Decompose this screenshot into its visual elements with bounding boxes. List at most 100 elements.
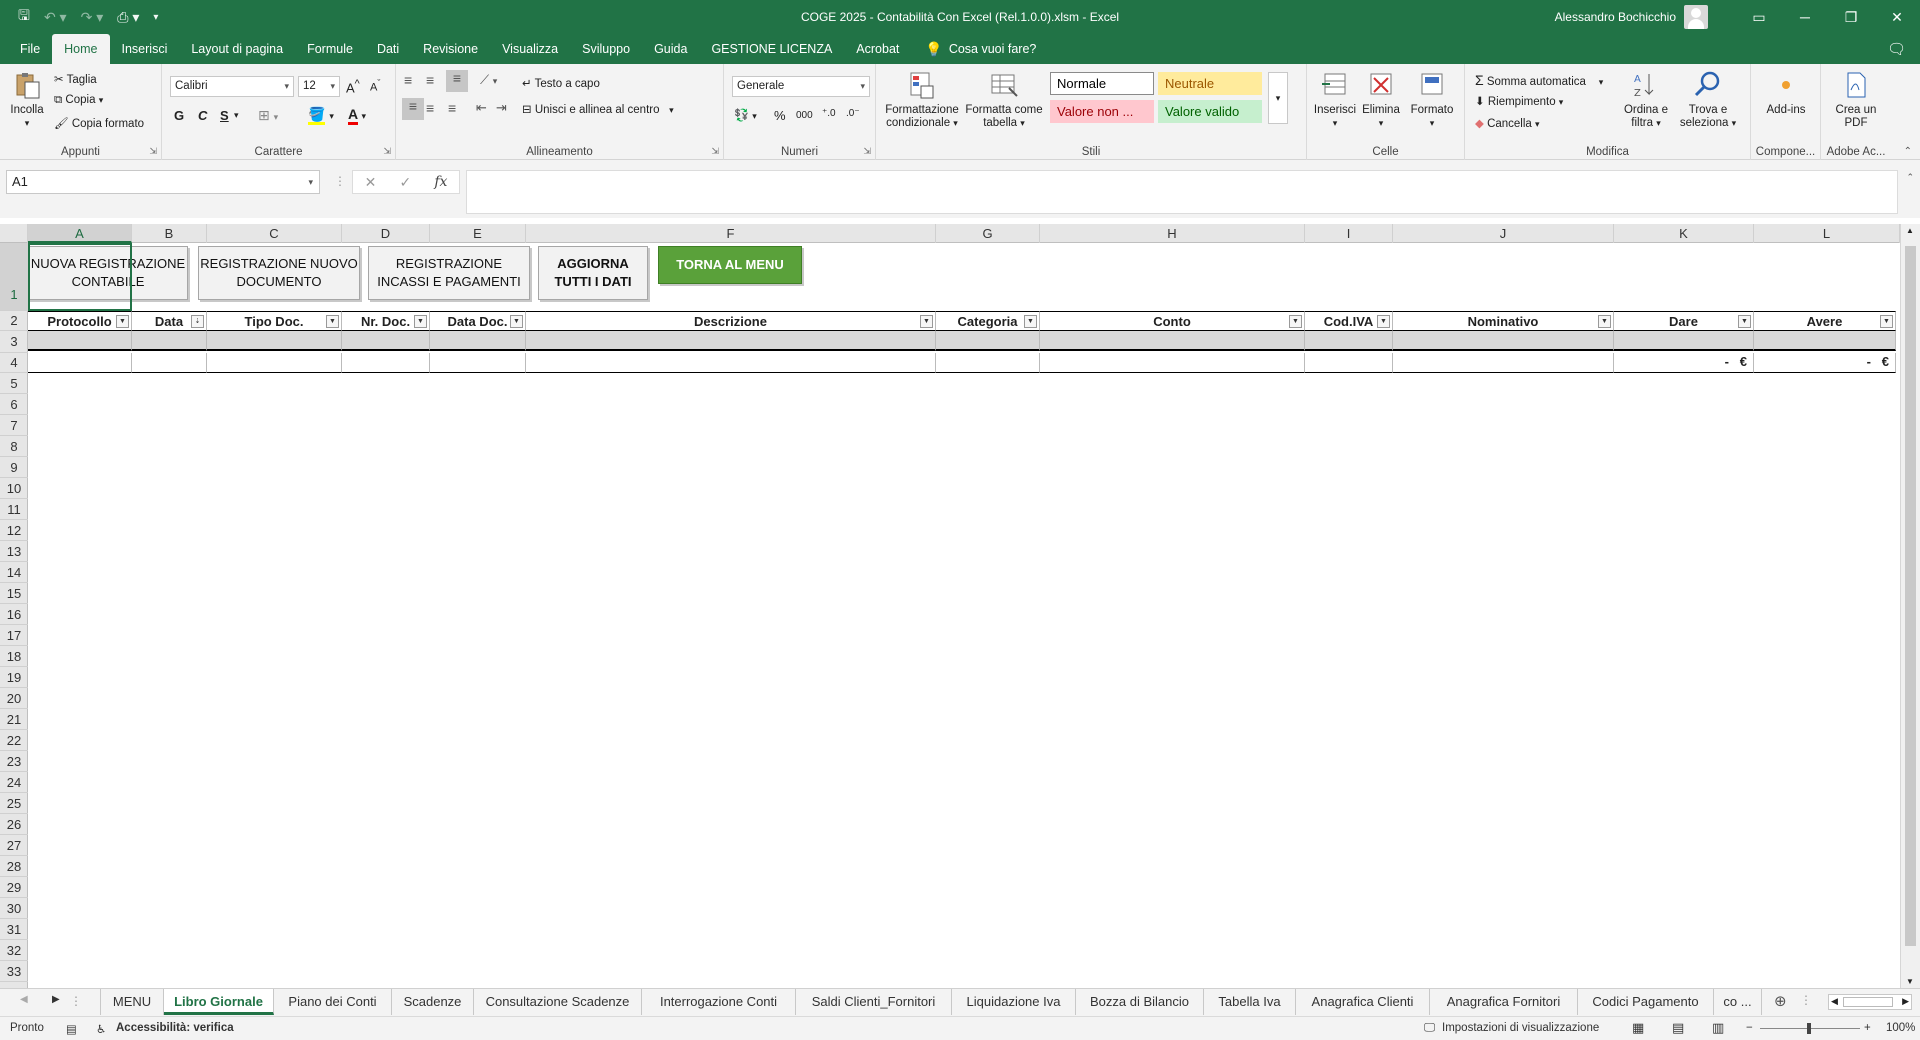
row-header[interactable]: 22 <box>0 730 28 751</box>
insert-function-icon[interactable]: fx <box>434 174 447 190</box>
percent-button[interactable]: % <box>774 108 786 123</box>
insert-cells-button[interactable]: Inserisci ▾ <box>1313 70 1357 130</box>
format-painter-button[interactable]: 🖌 Copia formato <box>54 116 144 130</box>
row-header[interactable]: 20 <box>0 688 28 709</box>
font-name-select[interactable]: Calibri <box>170 76 294 97</box>
fill-color-icon[interactable]: 🪣 ▾ <box>308 106 334 125</box>
column-header-k[interactable]: K <box>1614 224 1754 243</box>
table-cell[interactable] <box>1393 331 1614 351</box>
macro-record-icon[interactable]: ▤ <box>66 1022 77 1036</box>
align-left-icon[interactable]: ≡ <box>402 98 424 120</box>
sheet-tab-liquidazione-iva[interactable]: Liquidazione Iva <box>952 989 1076 1015</box>
undo-icon[interactable]: ↶ ▾ <box>44 9 67 26</box>
filter-dropdown-icon[interactable]: ▼ <box>1598 315 1611 328</box>
formula-input[interactable] <box>466 170 1898 214</box>
table-cell[interactable] <box>936 353 1040 373</box>
row-header[interactable]: 16 <box>0 604 28 625</box>
save-icon[interactable]: 🖫 <box>18 5 30 29</box>
row-header[interactable]: 15 <box>0 583 28 604</box>
worksheet-grid[interactable]: A B C D E F G H I J K L 1 2 3 4 5 6 7 8 … <box>0 224 1920 988</box>
filter-dropdown-icon[interactable]: ▼ <box>1880 315 1893 328</box>
table-cell[interactable] <box>132 353 207 373</box>
table-cell[interactable] <box>28 331 132 351</box>
font-color-icon[interactable]: A ▾ <box>348 106 366 125</box>
table-header-avere[interactable]: Avere ▼ <box>1754 311 1896 331</box>
vertical-scrollbar[interactable]: ▲ ▼ <box>1900 224 1920 988</box>
tab-sviluppo[interactable]: Sviluppo <box>570 34 642 64</box>
fill-button[interactable]: ⬇ Riempimento ▾ <box>1475 94 1563 108</box>
filter-dropdown-icon[interactable]: ▼ <box>1289 315 1302 328</box>
table-cell[interactable] <box>342 353 430 373</box>
dare-total-cell[interactable]: - € <box>1614 353 1754 373</box>
column-header-d[interactable]: D <box>342 224 430 243</box>
currency-icon[interactable]: 💱 ▾ <box>734 108 757 122</box>
tab-revisione[interactable]: Revisione <box>411 34 490 64</box>
number-format-select[interactable]: Generale <box>732 76 870 97</box>
sheet-tab-more[interactable]: co ... <box>1714 989 1762 1015</box>
font-size-select[interactable]: 12 <box>298 76 340 97</box>
view-settings-button[interactable]: Impostazioni di visualizzazione <box>1442 1022 1599 1034</box>
scroll-left-icon[interactable]: ◀ <box>1831 996 1838 1007</box>
style-neutrale[interactable]: Neutrale <box>1158 72 1262 95</box>
autosum-button[interactable]: Σ Somma automatica ▾ <box>1475 72 1603 88</box>
shrink-font-icon[interactable]: Aˇ <box>370 78 380 94</box>
page-layout-view-icon[interactable]: ▤ <box>1672 1020 1684 1036</box>
column-header-h[interactable]: H <box>1040 224 1305 243</box>
page-break-view-icon[interactable]: ▥ <box>1712 1020 1724 1036</box>
table-header-categoria[interactable]: Categoria ▼ <box>936 311 1040 331</box>
zoom-level[interactable]: 100% <box>1886 1022 1915 1034</box>
user-name[interactable]: Alessandro Bochicchio <box>1555 10 1676 24</box>
sheet-tab-tabella-iva[interactable]: Tabella Iva <box>1204 989 1296 1015</box>
addins-button[interactable]: Add-ins <box>1759 70 1813 117</box>
row-header[interactable]: 32 <box>0 940 28 961</box>
table-cell[interactable] <box>1305 331 1393 351</box>
filter-dropdown-icon[interactable]: ▼ <box>510 315 523 328</box>
tab-guida[interactable]: Guida <box>642 34 699 64</box>
row-header[interactable]: 9 <box>0 457 28 478</box>
find-select-button[interactable]: Trova e seleziona ▾ <box>1677 70 1739 130</box>
italic-button[interactable]: C <box>198 108 207 123</box>
style-normale[interactable]: Normale <box>1050 72 1154 95</box>
sheet-tab-libro-giornale[interactable]: Libro Giornale <box>164 989 274 1015</box>
table-cell[interactable] <box>526 353 936 373</box>
sheet-tab-scadenze[interactable]: Scadenze <box>392 989 474 1015</box>
registrazione-documento-button[interactable]: REGISTRAZIONE NUOVO DOCUMENTO <box>198 246 360 300</box>
grow-font-icon[interactable]: A^ <box>346 78 360 95</box>
column-header-e[interactable]: E <box>430 224 526 243</box>
tab-file[interactable]: File <box>8 34 52 64</box>
sheet-tab-interrogazione-conti[interactable]: Interrogazione Conti <box>642 989 796 1015</box>
sort-filter-button[interactable]: AZ Ordina e filtra ▾ <box>1619 70 1673 130</box>
align-top-icon[interactable]: ≡ <box>404 72 412 88</box>
decrease-indent-icon[interactable]: ⇤ <box>476 100 487 116</box>
row-header[interactable]: 27 <box>0 835 28 856</box>
close-icon[interactable]: ✕ <box>1874 9 1920 26</box>
thousands-button[interactable]: 000 <box>796 110 813 121</box>
row-header[interactable]: 30 <box>0 898 28 919</box>
column-header-j[interactable]: J <box>1393 224 1614 243</box>
collapse-ribbon-icon[interactable]: ⌃ <box>1904 146 1912 157</box>
table-cell[interactable] <box>28 353 132 373</box>
sort-ascending-icon[interactable]: ⇣ <box>191 315 204 328</box>
table-header-cod-iva[interactable]: Cod.IVA ▼ <box>1305 311 1393 331</box>
restore-icon[interactable]: ❐ <box>1828 9 1874 26</box>
table-header-protocollo[interactable]: Protocollo ▼ <box>28 311 132 331</box>
underline-button[interactable]: S <box>220 108 229 123</box>
prev-sheet-icon[interactable]: ◀ <box>20 994 28 1005</box>
filter-dropdown-icon[interactable]: ▼ <box>116 315 129 328</box>
tab-inserisci[interactable]: Inserisci <box>110 34 180 64</box>
print-preview-icon[interactable]: ⎙ ▾ <box>117 9 139 26</box>
table-header-descrizione[interactable]: Descrizione ▼ <box>526 311 936 331</box>
align-right-icon[interactable]: ≡ <box>448 100 456 116</box>
column-header-a[interactable]: A <box>28 224 132 243</box>
zoom-in-icon[interactable]: + <box>1864 1022 1871 1034</box>
row-header[interactable]: 29 <box>0 877 28 898</box>
format-cells-button[interactable]: Formato ▾ <box>1407 70 1457 130</box>
row-header[interactable]: 18 <box>0 646 28 667</box>
row-header[interactable]: 26 <box>0 814 28 835</box>
minimize-icon[interactable]: ─ <box>1782 9 1828 25</box>
row-header[interactable]: 5 <box>0 373 28 394</box>
copy-button[interactable]: ⧉ Copia ▾ <box>54 94 103 107</box>
expand-formula-bar-icon[interactable]: ⌃ <box>1906 172 1914 183</box>
filter-dropdown-icon[interactable]: ▼ <box>1024 315 1037 328</box>
column-header-c[interactable]: C <box>207 224 342 243</box>
